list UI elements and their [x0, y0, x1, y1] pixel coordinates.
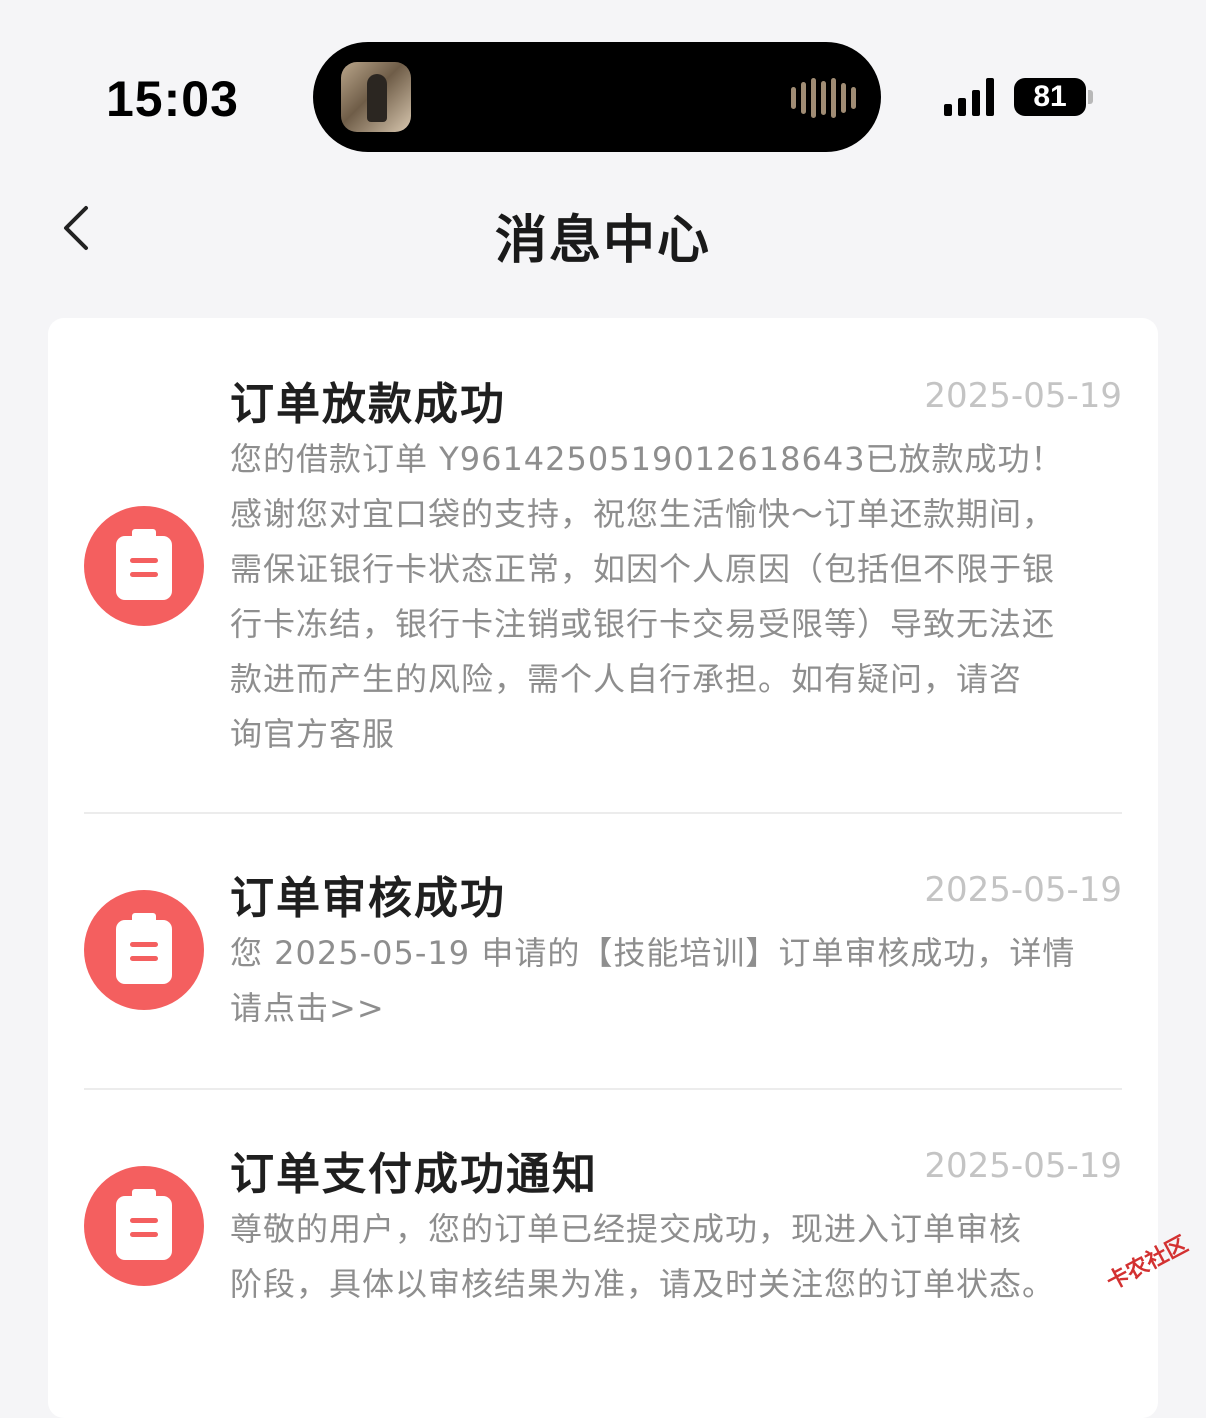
audio-waveform-icon — [791, 78, 857, 118]
message-title: 订单支付成功通知 — [230, 1149, 598, 1200]
message-body-line: 询官方客服 — [230, 715, 396, 753]
message-body: 您 2025-05-19 申请的【技能培训】订单审核成功，详情 请点击>> — [230, 926, 1125, 1036]
message-body-line: 阶段，具体以审核结果为准，请及时关注您的订单状态。 — [230, 1265, 1056, 1303]
battery-cap — [1088, 90, 1093, 104]
dynamic-island[interactable] — [313, 42, 881, 152]
nav-bar: 消息中心 — [0, 170, 1206, 290]
clipboard-icon — [84, 506, 204, 626]
message-item[interactable]: 订单审核成功 2025-05-19 您 2025-05-19 申请的【技能培训】… — [48, 814, 1158, 1088]
battery-icon: 81 — [1014, 78, 1086, 116]
page-title: 消息中心 — [494, 211, 711, 271]
message-list: 订单放款成功 2025-05-19 您的借款订单 Y96142505190126… — [48, 318, 1158, 1418]
message-body: 尊敬的用户，您的订单已经提交成功，现进入订单审核 阶段，具体以审核结果为准，请及… — [230, 1202, 1125, 1312]
status-time: 15:03 — [106, 71, 239, 127]
message-body-line: 行卡冻结，银行卡注销或银行卡交易受限等）导致无法还 — [230, 605, 1056, 643]
message-body-line: 感谢您对宜口袋的支持，祝您生活愉快～订单还款期间， — [230, 495, 1056, 533]
message-date: 2025-05-19 — [924, 376, 1122, 416]
message-date: 2025-05-19 — [924, 870, 1122, 910]
message-body-line: 您的借款订单 Y9614250519012618643已放款成功！ — [230, 440, 1064, 478]
cellular-signal-icon — [944, 78, 994, 116]
message-body-line[interactable]: 请点击>> — [230, 981, 1125, 1036]
message-date: 2025-05-19 — [924, 1146, 1122, 1186]
message-body: 您的借款订单 Y9614250519012618643已放款成功！ 感谢您对宜口… — [230, 432, 1125, 762]
message-item[interactable]: 订单放款成功 2025-05-19 您的借款订单 Y96142505190126… — [48, 318, 1158, 812]
battery-level: 81 — [1033, 80, 1067, 113]
message-title: 订单放款成功 — [230, 379, 506, 430]
message-title: 订单审核成功 — [230, 873, 506, 924]
message-body-line: 需保证银行卡状态正常，如因个人原因（包括但不限于银 — [230, 550, 1056, 588]
clipboard-icon — [84, 1166, 204, 1286]
status-bar: 15:03 81 — [0, 0, 1206, 170]
clipboard-icon — [84, 890, 204, 1010]
now-playing-thumbnail[interactable] — [341, 62, 411, 132]
message-body-line: 款进而产生的风险，需个人自行承担。如有疑问，请咨 — [230, 660, 1023, 698]
message-body-line: 尊敬的用户，您的订单已经提交成功，现进入订单审核 — [230, 1210, 1023, 1248]
message-body-line: 您 2025-05-19 申请的【技能培训】订单审核成功，详情 — [230, 934, 1076, 972]
message-item[interactable]: 订单支付成功通知 2025-05-19 尊敬的用户，您的订单已经提交成功，现进入… — [48, 1090, 1158, 1390]
